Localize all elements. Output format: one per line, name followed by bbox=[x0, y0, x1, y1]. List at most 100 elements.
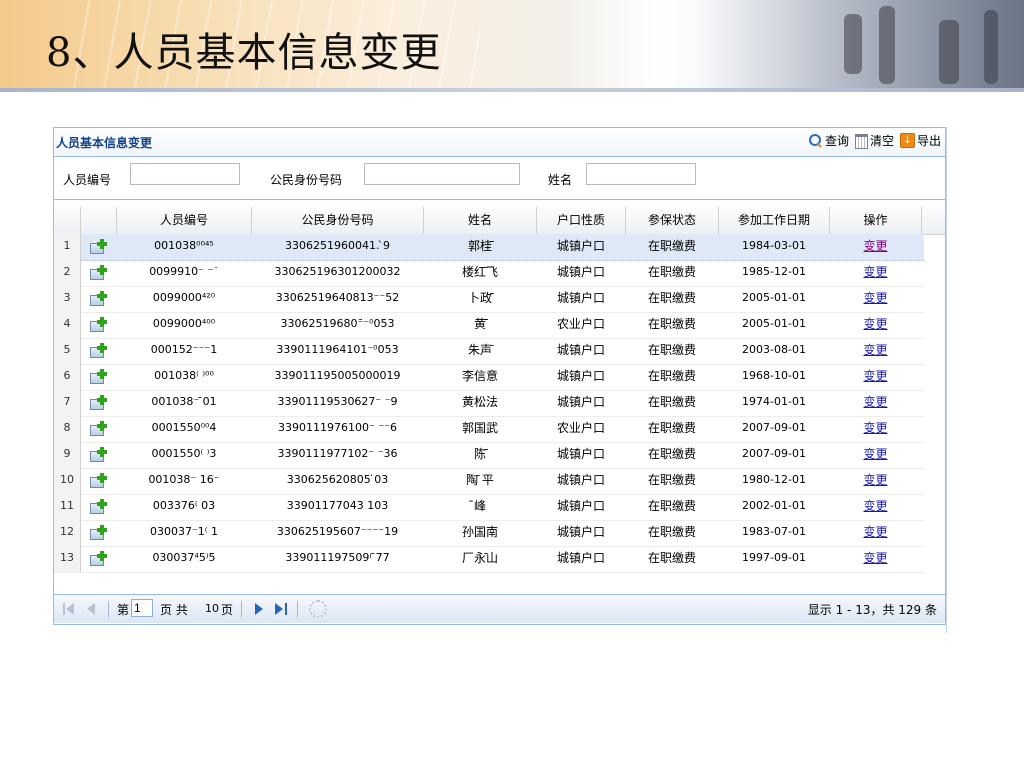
person-id-cell: 030037⁴5⁾5 bbox=[152, 551, 216, 564]
table-row[interactable]: 9 0001550⁽ ⁾3 3390111977102⁻ ⁻36 陈̄̄ 城镇户口 在职缴… bbox=[54, 442, 924, 469]
action-cell: 变更 bbox=[830, 520, 921, 546]
column-header[interactable]: 公民身份号码 bbox=[252, 207, 424, 234]
change-link[interactable]: 变更 bbox=[863, 551, 887, 565]
column-header[interactable]: 参保状态 bbox=[626, 207, 719, 234]
table-row[interactable]: 2 0099910⁻ ⁻˙ 330625196301200032 楼红̄飞 城镇户口 在职… bbox=[54, 260, 924, 287]
query-button[interactable]: 查询 bbox=[808, 132, 849, 149]
clear-button[interactable]: 清空 bbox=[854, 132, 894, 149]
id-card-cell: 3306251960041. ̀9 bbox=[285, 239, 390, 252]
column-header[interactable]: 参加工作日期 bbox=[719, 207, 830, 234]
banner-divider bbox=[0, 88, 1024, 92]
name-cell: 黄松法 bbox=[461, 395, 498, 409]
add-cell bbox=[81, 546, 116, 572]
row-number: 5 bbox=[54, 338, 81, 364]
export-button[interactable]: ↓ 导出 bbox=[899, 132, 941, 149]
change-link[interactable]: 变更 bbox=[863, 291, 887, 305]
id-card-cell: 330625195607⁻⁻⁻⁻19 bbox=[276, 525, 399, 538]
next-page-button[interactable] bbox=[252, 602, 266, 616]
person-id-cell: 030037⁻1⁽ 1 bbox=[150, 525, 218, 538]
change-link[interactable]: 变更 bbox=[863, 343, 887, 357]
table-row[interactable]: 3 0099000⁴²⁰ 33062519640813⁻⁻52 卜政̄̄ 城镇户口 在职缴… bbox=[54, 286, 924, 313]
panel-scroll-edge bbox=[946, 127, 947, 633]
add-icon[interactable] bbox=[90, 343, 107, 358]
table-row[interactable]: 13 030037⁴5⁾5 339011197509⁽ ̄77 厂永̄山 城镇户口 在职缴… bbox=[54, 546, 924, 573]
add-icon[interactable] bbox=[90, 265, 107, 280]
row-number: 2 bbox=[54, 260, 81, 286]
person-id-cell: 0099000⁴²⁰ bbox=[152, 291, 216, 304]
add-icon[interactable] bbox=[90, 421, 107, 436]
name-cell: 孙国南 bbox=[461, 525, 498, 539]
table-row[interactable]: 1 001038⁰⁰⁴⁵ 3306251960041. ̀9 郭桂̄̄ 城镇户口 在职缴费… bbox=[54, 234, 924, 261]
add-icon[interactable] bbox=[90, 291, 107, 306]
column-header[interactable]: 户口性质 bbox=[537, 207, 626, 234]
add-cell bbox=[81, 390, 116, 416]
id-card-cell: 33901119530627⁻ ⁻9 bbox=[277, 395, 398, 408]
table-row[interactable]: 8 0001550⁰⁰4 3390111976100⁻ ⁻⁻6 郭国武 农业户口 在职缴费… bbox=[54, 416, 924, 443]
action-cell: 变更 bbox=[830, 416, 921, 442]
id-card-input[interactable] bbox=[364, 163, 520, 185]
add-icon[interactable] bbox=[90, 395, 107, 410]
prev-page-button[interactable] bbox=[84, 602, 98, 616]
column-header[interactable]: 人员编号 bbox=[117, 207, 252, 234]
add-icon[interactable] bbox=[90, 239, 107, 254]
action-cell: 变更 bbox=[830, 442, 921, 468]
hukou-cell: 城镇户口 bbox=[556, 239, 605, 253]
pager-separator bbox=[297, 601, 298, 617]
table-row[interactable]: 11 003376⁽ 03 33901177043 103̄峰 城镇户口 在职缴费 200… bbox=[54, 494, 924, 521]
change-link[interactable]: 变更 bbox=[863, 473, 887, 487]
action-cell: 变更 bbox=[830, 286, 921, 312]
action-cell: 变更 bbox=[830, 364, 921, 390]
table-row[interactable]: 12 030037⁻1⁽ 1 330625195607⁻⁻⁻⁻19 孙国南 城镇户口 在职… bbox=[54, 520, 924, 547]
change-link[interactable]: 变更 bbox=[863, 421, 887, 435]
add-icon[interactable] bbox=[90, 369, 107, 384]
work-date-cell: 1985-12-01 bbox=[742, 265, 806, 278]
change-link[interactable]: 变更 bbox=[863, 265, 887, 279]
table-row[interactable]: 10 001038⁻ 16⁻ 330625620805 ̇03 陶̄ 平 城镇户口 在职缴… bbox=[54, 468, 924, 495]
change-link[interactable]: 变更 bbox=[863, 369, 887, 383]
add-icon[interactable] bbox=[90, 525, 107, 540]
change-link[interactable]: 变更 bbox=[863, 395, 887, 409]
add-icon[interactable] bbox=[90, 317, 107, 332]
hukou-cell: 农业户口 bbox=[556, 317, 605, 331]
table-row[interactable]: 4 0099000⁴⁰⁰ 33062519680⁻̄⁻⁰053 黄̄̄̄ 农业户口 在职缴… bbox=[54, 312, 924, 339]
column-header[interactable]: 姓名 bbox=[424, 207, 537, 234]
name-cell: 郭国武 bbox=[461, 421, 498, 435]
row-number: 6 bbox=[54, 364, 81, 390]
id-card-cell: 33901177043 103 bbox=[286, 499, 389, 512]
first-page-button[interactable] bbox=[62, 602, 76, 616]
total-pages: 10 bbox=[205, 602, 219, 615]
change-link[interactable]: 变更 bbox=[863, 525, 887, 539]
table-row[interactable]: 6 001038⁽ ⁾⁰⁰ 339011195005000019 李信意 城镇户口 在职缴… bbox=[54, 364, 924, 391]
name-cell: 陶̄ 平 bbox=[466, 473, 494, 487]
work-date-cell: 1980-12-01 bbox=[742, 473, 806, 486]
grid-panel: 人员基本信息变更 查询 清空 ↓ 导出 人员编号 公民身份号码 姓名 人员编号 bbox=[53, 127, 946, 625]
person-id-input[interactable] bbox=[130, 163, 240, 185]
insurance-status-cell: 在职缴费 bbox=[647, 551, 696, 565]
table-row[interactable]: 7 001038⁻ ̄01 33901119530627⁻ ⁻9 黄松法 城镇户口 在职缴… bbox=[54, 390, 924, 417]
row-number: 3 bbox=[54, 286, 81, 312]
add-icon[interactable] bbox=[90, 499, 107, 514]
change-link[interactable]: 变更 bbox=[863, 499, 887, 513]
insurance-status-cell: 在职缴费 bbox=[647, 473, 696, 487]
id-card-cell: 330625620805 ̇03 bbox=[286, 473, 389, 486]
work-date-cell: 2003-08-01 bbox=[742, 343, 806, 356]
last-page-button[interactable] bbox=[274, 602, 288, 616]
id-card-cell: 3390111964101⁻⁰053 bbox=[276, 343, 399, 356]
refresh-icon[interactable] bbox=[309, 600, 327, 618]
change-link[interactable]: 变更 bbox=[863, 447, 887, 461]
page-number-input[interactable] bbox=[131, 599, 153, 617]
change-link[interactable]: 变更 bbox=[863, 317, 887, 331]
id-card-cell: 33062519640813⁻⁻52 bbox=[275, 291, 400, 304]
table-row[interactable]: 5 000152⁻⁻⁻1 3390111964101⁻⁰053 朱声̄ 城镇户口 在职缴费… bbox=[54, 338, 924, 365]
change-link[interactable]: 变更 bbox=[863, 239, 887, 253]
work-date-cell: 2002-01-01 bbox=[742, 499, 806, 512]
add-icon[interactable] bbox=[90, 447, 107, 462]
person-id-cell: 0099910⁻ ⁻˙ bbox=[149, 265, 219, 278]
name-input[interactable] bbox=[586, 163, 696, 185]
add-icon[interactable] bbox=[90, 551, 107, 566]
insurance-status-cell: 在职缴费 bbox=[647, 525, 696, 539]
export-label: 导出 bbox=[916, 134, 941, 148]
add-icon[interactable] bbox=[90, 473, 107, 488]
banner-photo bbox=[694, 0, 1024, 92]
column-header[interactable]: 操作 bbox=[830, 207, 922, 234]
